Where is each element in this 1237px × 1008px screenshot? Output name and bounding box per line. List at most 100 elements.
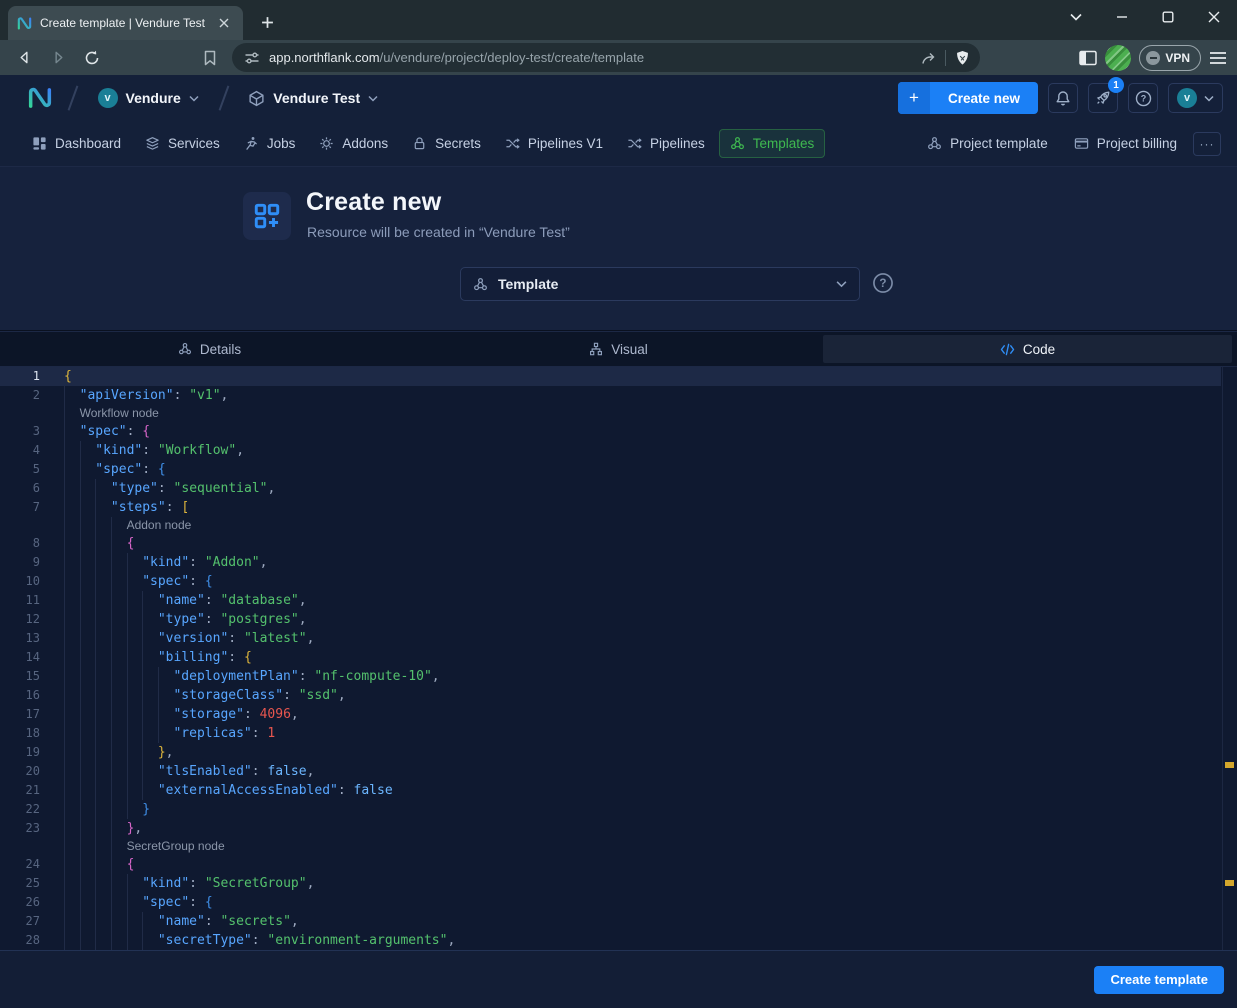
code-line[interactable]: 18"replicas": 1 xyxy=(0,724,1221,743)
browser-tab[interactable]: Create template | Vendure Test | xyxy=(8,6,243,40)
nav-item-addons[interactable]: Addons xyxy=(309,130,398,157)
code-token: : xyxy=(244,707,260,722)
code-line[interactable]: 5"spec": { xyxy=(0,460,1221,479)
code-line[interactable]: 12"type": "postgres", xyxy=(0,610,1221,629)
code-node-label-line[interactable]: Workflow node xyxy=(0,405,1221,422)
indent-guide xyxy=(111,838,127,855)
tab-visual[interactable]: Visual xyxy=(414,335,823,363)
code-line[interactable]: 22} xyxy=(0,800,1221,819)
code-line[interactable]: 28"secretType": "environment-arguments", xyxy=(0,931,1221,950)
node-label: Addon node xyxy=(127,518,192,532)
window-minimize-button[interactable] xyxy=(1099,0,1145,34)
code-line[interactable]: 13"version": "latest", xyxy=(0,629,1221,648)
tab-details[interactable]: Details xyxy=(5,335,414,363)
nav-item-pipelines-v1[interactable]: Pipelines V1 xyxy=(495,130,613,157)
code-line[interactable]: 7"steps": [ xyxy=(0,498,1221,517)
code-node-label-line[interactable]: Addon node xyxy=(0,517,1221,534)
new-tab-button[interactable] xyxy=(253,8,281,36)
code-token: "externalAccessEnabled" xyxy=(158,783,338,798)
code-token: , xyxy=(260,555,268,570)
code-token: { xyxy=(205,574,213,589)
nav-item-services[interactable]: Services xyxy=(135,130,230,157)
breadcrumb-org[interactable]: v Vendure xyxy=(92,84,205,112)
code-line[interactable]: 1{ xyxy=(0,367,1221,386)
indent-guide xyxy=(158,686,174,705)
nav-item-project-template[interactable]: Project template xyxy=(917,130,1058,157)
code-line[interactable]: 24{ xyxy=(0,855,1221,874)
code-line[interactable]: 11"name": "database", xyxy=(0,591,1221,610)
code-line[interactable]: 15"deploymentPlan": "nf-compute-10", xyxy=(0,667,1221,686)
extension-icon[interactable] xyxy=(1105,45,1131,71)
line-number: 26 xyxy=(0,893,40,912)
resource-type-dropdown[interactable]: Template xyxy=(460,267,860,301)
code-line[interactable]: 25"kind": "SecretGroup", xyxy=(0,874,1221,893)
nav-item-templates[interactable]: Templates xyxy=(719,129,826,158)
nav-item-secrets[interactable]: Secrets xyxy=(402,130,491,157)
menu-icon[interactable] xyxy=(1209,51,1227,65)
code-token: : xyxy=(252,764,268,779)
line-number: 13 xyxy=(0,629,40,648)
code-editor[interactable]: 1{2"apiVersion": "v1",Workflow node 3"spe… xyxy=(0,367,1237,950)
brave-shield-icon[interactable] xyxy=(955,50,970,66)
create-new-section: Create new Resource will be created in “… xyxy=(0,167,1237,331)
code-line[interactable]: 23}, xyxy=(0,819,1221,838)
breadcrumb-project[interactable]: Vendure Test xyxy=(242,86,384,111)
vpn-button[interactable]: VPN xyxy=(1139,45,1201,71)
notifications-button[interactable] xyxy=(1048,83,1078,113)
code-line[interactable]: 9"kind": "Addon", xyxy=(0,553,1221,572)
code-line[interactable]: 16"storageClass": "ssd", xyxy=(0,686,1221,705)
url-bar[interactable]: app.northflank.com/u/vendure/project/dep… xyxy=(232,43,980,72)
window-maximize-button[interactable] xyxy=(1145,0,1191,34)
app-header: v Vendure Vendure Test + Create new 1 ? … xyxy=(0,75,1237,121)
code-line[interactable]: 10"spec": { xyxy=(0,572,1221,591)
code-line[interactable]: 2"apiVersion": "v1", xyxy=(0,386,1221,405)
code-token: "type" xyxy=(158,612,205,627)
nav-item-jobs[interactable]: Jobs xyxy=(234,130,306,157)
line-number: 9 xyxy=(0,553,40,572)
northflank-logo-icon[interactable] xyxy=(26,84,54,112)
code-line[interactable]: 21"externalAccessEnabled": false xyxy=(0,781,1221,800)
tab-search-chevron-icon[interactable] xyxy=(1053,0,1099,34)
code-line[interactable]: 19}, xyxy=(0,743,1221,762)
nav-item-dashboard[interactable]: Dashboard xyxy=(22,130,131,157)
url-text[interactable]: app.northflank.com/u/vendure/project/dep… xyxy=(269,50,911,65)
reload-button[interactable] xyxy=(78,44,106,72)
view-tabs: Details Visual Code xyxy=(0,331,1237,367)
user-menu-button[interactable]: v xyxy=(1168,83,1223,113)
create-template-button[interactable]: Create template xyxy=(1094,966,1224,994)
sidebar-toggle-icon[interactable] xyxy=(1079,50,1097,66)
bookmark-icon[interactable] xyxy=(196,44,224,72)
indent-guide xyxy=(80,838,96,855)
indent-guide xyxy=(127,686,143,705)
code-line[interactable]: 3"spec": { xyxy=(0,422,1221,441)
code-line[interactable]: 27"name": "secrets", xyxy=(0,912,1221,931)
code-line[interactable]: 4"kind": "Workflow", xyxy=(0,441,1221,460)
tab-code[interactable]: Code xyxy=(823,335,1232,363)
code-line[interactable]: 6"type": "sequential", xyxy=(0,479,1221,498)
dropdown-help-button[interactable]: ? xyxy=(872,272,894,294)
nav-more-button[interactable]: ··· xyxy=(1193,132,1221,156)
code-line[interactable]: 26"spec": { xyxy=(0,893,1221,912)
browser-tab-strip: Create template | Vendure Test | xyxy=(0,0,1237,40)
indent-guide xyxy=(111,912,127,931)
whats-new-button[interactable]: 1 xyxy=(1088,83,1118,113)
nav-item-project-billing[interactable]: Project billing xyxy=(1064,130,1187,157)
help-button[interactable]: ? xyxy=(1128,83,1158,113)
share-icon[interactable] xyxy=(920,50,936,66)
code-line[interactable]: 14"billing": { xyxy=(0,648,1221,667)
line-number: 5 xyxy=(0,460,40,479)
code-line[interactable]: 20"tlsEnabled": false, xyxy=(0,762,1221,781)
back-button[interactable] xyxy=(10,44,38,72)
overview-ruler[interactable] xyxy=(1222,367,1223,950)
site-settings-icon[interactable] xyxy=(244,50,260,66)
forward-button[interactable] xyxy=(44,44,72,72)
indent-guide xyxy=(64,441,80,460)
window-close-button[interactable] xyxy=(1191,0,1237,34)
create-new-button[interactable]: + Create new xyxy=(898,82,1038,114)
code-line[interactable]: 17"storage": 4096, xyxy=(0,705,1221,724)
node-label: Workflow node xyxy=(80,406,159,420)
code-node-label-line[interactable]: SecretGroup node xyxy=(0,838,1221,855)
code-line[interactable]: 8{ xyxy=(0,534,1221,553)
tab-close-icon[interactable] xyxy=(215,14,233,32)
nav-item-pipelines[interactable]: Pipelines xyxy=(617,130,715,157)
